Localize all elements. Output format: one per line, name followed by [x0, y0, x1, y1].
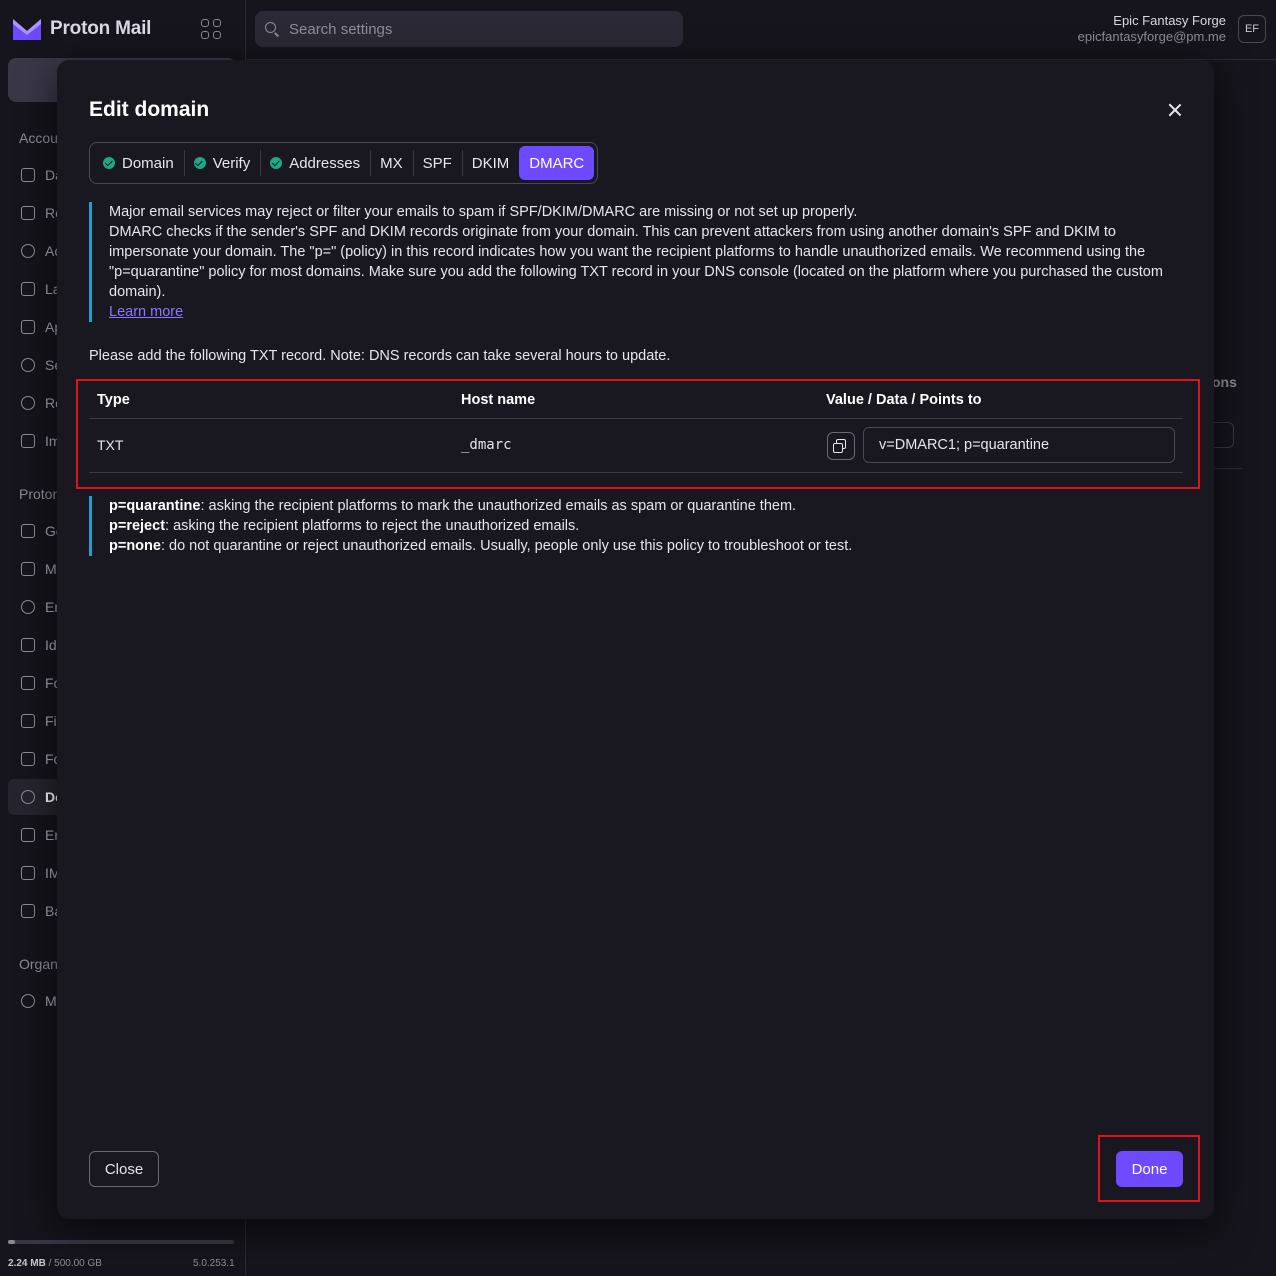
policy-quarantine: p=quarantine: asking the recipient platf…: [109, 496, 852, 516]
policy-key: p=none: [109, 538, 161, 554]
globe-icon: [21, 790, 35, 804]
proton-mail-logo[interactable]: Proton Mail: [12, 16, 151, 42]
user-info[interactable]: Epic Fantasy Forge epicfantasyforge@pm.m…: [1078, 13, 1226, 44]
key-icon: [21, 206, 35, 220]
close-icon[interactable]: [1165, 100, 1185, 120]
policy-key: p=reject: [109, 518, 166, 534]
check-circle-icon: [270, 157, 283, 169]
tab-label: DMARC: [529, 154, 585, 172]
tab-spf[interactable]: SPF: [412, 146, 462, 180]
shield-icon: [21, 600, 35, 614]
app-name: Proton Mail: [50, 18, 152, 39]
app-version: 5.0.253.1: [193, 1258, 235, 1269]
policy-description: : asking the recipient platforms to reje…: [165, 518, 580, 534]
tab-label: Domain: [122, 154, 174, 172]
sidebar-section-account: Accou: [19, 130, 58, 146]
heart-icon: [21, 396, 35, 410]
dmarc-info-alert: Major email services may reject or filte…: [89, 202, 1167, 322]
proton-mail-logo-icon: [13, 19, 41, 40]
info-text: DMARC checks if the sender's SPF and DKI…: [109, 224, 1163, 300]
policy-reject: p=reject: asking the recipient platforms…: [109, 516, 852, 536]
sidebar-item-label: Fi: [45, 713, 57, 729]
import-icon: [21, 434, 35, 448]
language-icon: [21, 282, 35, 296]
user-icon: [21, 244, 35, 258]
users-icon: [21, 994, 35, 1008]
forward-envelope-icon: [21, 752, 35, 766]
lock-icon: [21, 828, 35, 842]
background-divider: [1212, 468, 1242, 469]
server-icon: [21, 866, 35, 880]
dmarc-policies-alert: p=quarantine: asking the recipient platf…: [89, 496, 852, 556]
paint-roller-icon: [21, 320, 35, 334]
download-icon: [21, 524, 35, 538]
tab-label: MX: [380, 154, 403, 172]
search-input[interactable]: [289, 20, 649, 38]
tab-dmarc[interactable]: DMARC: [519, 146, 595, 180]
tab-label: Addresses: [289, 154, 361, 172]
envelope-icon: [21, 562, 35, 576]
tab-domain[interactable]: Domain: [93, 146, 184, 180]
done-button[interactable]: Done: [1116, 1151, 1183, 1187]
check-circle-icon: [103, 157, 115, 169]
app-switcher-icon[interactable]: [201, 19, 221, 39]
modal-title: Edit domain: [89, 98, 210, 121]
export-icon: [21, 904, 35, 918]
storage-usage: 2.24 MB / 500.00 GB: [8, 1258, 102, 1269]
storage-bar-fill: [8, 1240, 15, 1244]
dashboard-icon: [21, 168, 35, 182]
filter-icon: [21, 714, 35, 728]
dns-note: Please add the following TXT record. Not…: [89, 348, 671, 364]
policy-description: : asking the recipient platforms to mark…: [200, 498, 797, 514]
tab-mx[interactable]: MX: [370, 146, 413, 180]
background-dropdown: [1212, 422, 1234, 448]
close-button[interactable]: Close: [89, 1151, 159, 1187]
policy-description: : do not quarantine or reject unauthoriz…: [160, 538, 853, 554]
info-text: Major email services may reject or filte…: [109, 204, 858, 220]
sidebar-section-organization: Organ: [19, 956, 58, 972]
storage-total: / 500.00 GB: [48, 1258, 102, 1269]
learn-more-link[interactable]: Learn more: [109, 304, 183, 320]
tag-icon: [21, 676, 35, 690]
id-card-icon: [21, 638, 35, 652]
tab-label: Verify: [212, 154, 251, 172]
policy-none: p=none: do not quarantine or reject unau…: [109, 536, 852, 556]
background-column-header: ons: [1212, 374, 1237, 390]
search-icon: [265, 22, 279, 36]
edit-domain-modal: Edit domain Domain Verify Addresses MX S…: [57, 60, 1214, 1219]
tab-verify[interactable]: Verify: [183, 146, 261, 180]
tab-dkim[interactable]: DKIM: [461, 146, 520, 180]
policy-key: p=quarantine: [109, 498, 201, 514]
check-circle-icon: [193, 157, 206, 169]
user-email: epicfantasyforge@pm.me: [1077, 29, 1226, 44]
highlight-box-table: [76, 379, 1200, 489]
sidebar-section-proton: Proton: [19, 486, 61, 502]
storage-bar: [8, 1240, 234, 1244]
tab-label: DKIM: [471, 154, 510, 172]
top-bar: Epic Fantasy Forge epicfantasyforge@pm.m…: [247, 0, 1276, 60]
user-name: Epic Fantasy Forge: [1113, 13, 1226, 28]
storage-used: 2.24 MB: [8, 1258, 46, 1269]
search-box[interactable]: [255, 11, 683, 47]
domain-steps-tabs: Domain Verify Addresses MX SPF DKIM DMAR…: [89, 142, 599, 184]
sidebar-item-label: Id: [45, 637, 57, 653]
tab-label: SPF: [422, 154, 452, 172]
avatar[interactable]: EF: [1238, 15, 1266, 43]
shield-icon: [21, 358, 35, 372]
tab-addresses[interactable]: Addresses: [260, 146, 370, 180]
